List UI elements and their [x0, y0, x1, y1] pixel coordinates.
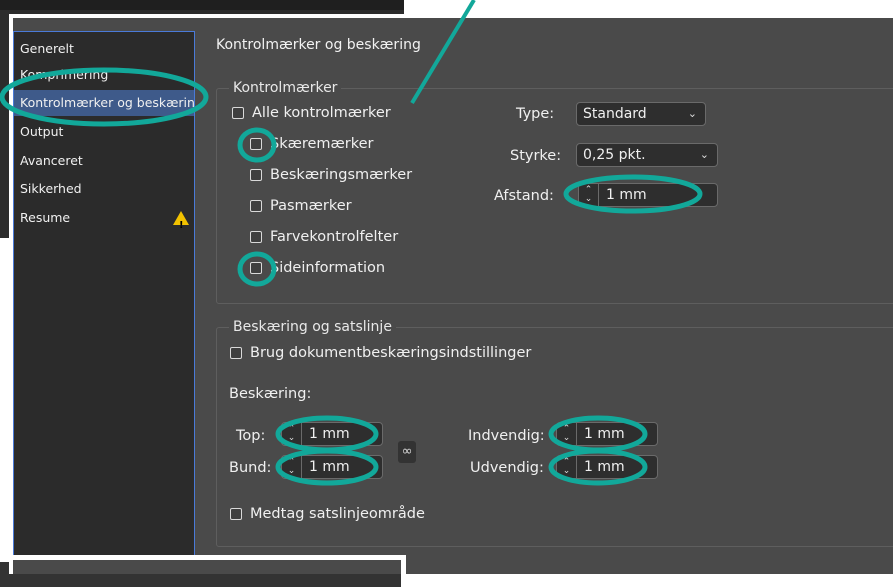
page-info-box[interactable]	[250, 262, 262, 274]
page-title: Kontrolmærker og beskæring	[216, 37, 421, 53]
inside-value: 1 mm	[584, 426, 625, 442]
page-info-label: Sideinformation	[270, 260, 386, 276]
top-value: 1 mm	[309, 426, 350, 442]
bottom-stepper[interactable]: ⌃ ⌄ 1 mm	[281, 455, 383, 479]
sidebar-item-compression[interactable]: Komprimering	[14, 62, 194, 88]
frame-bottom-corner	[401, 555, 406, 587]
sidebar-item-summary-label: Resume	[20, 210, 71, 225]
use-doc-bleed-label: Brug dokumentbeskæringsindstillinger	[250, 345, 532, 361]
bleed-label: Beskæring:	[229, 386, 312, 402]
bleed-legend: Beskæring og satslinje	[229, 319, 396, 335]
include-slug-box[interactable]	[230, 508, 242, 520]
crop-marks-box[interactable]	[250, 138, 262, 150]
include-slug-checkbox[interactable]: Medtag satslinjeområde	[230, 506, 425, 522]
frame-bottom-line	[9, 555, 406, 560]
outside-label: Udvendig:	[470, 460, 544, 476]
color-bars-label: Farvekontrolfelter	[270, 229, 399, 245]
type-select[interactable]: Standard ⌄	[576, 102, 706, 126]
warning-icon: !	[173, 211, 189, 231]
stepper-arrows-icon[interactable]: ⌃ ⌄	[579, 184, 599, 206]
bleed-marks-label: Beskæringsmærker	[270, 167, 413, 183]
sidebar-item-general[interactable]: Generelt	[14, 36, 194, 62]
all-marks-checkbox[interactable]: Alle kontrolmærker	[232, 105, 391, 121]
weight-value: 0,25 pkt.	[583, 147, 646, 163]
link-icon[interactable]: ∞	[398, 441, 416, 463]
offset-label: Afstand:	[494, 188, 554, 204]
bottom-label: Bund:	[229, 460, 272, 476]
sidebar-item-advanced[interactable]: Avanceret	[14, 148, 194, 174]
registration-marks-box[interactable]	[250, 200, 262, 212]
bleed-marks-checkbox[interactable]: Beskæringsmærker	[250, 167, 412, 183]
weight-label: Styrke:	[510, 148, 562, 164]
use-doc-bleed-checkbox[interactable]: Brug dokumentbeskæringsindstillinger	[230, 345, 531, 361]
inside-stepper[interactable]: ⌃ ⌄ 1 mm	[556, 422, 658, 446]
stepper-arrows-icon[interactable]: ⌃ ⌄	[557, 456, 577, 478]
color-bars-checkbox[interactable]: Farvekontrolfelter	[250, 229, 398, 245]
background-dialog-strip	[0, 0, 404, 10]
inside-label: Indvendig:	[468, 428, 545, 444]
registration-marks-checkbox[interactable]: Pasmærker	[250, 198, 352, 214]
sidebar-item-summary[interactable]: Resume !	[14, 205, 194, 231]
chevron-down-icon: ⌄	[699, 148, 709, 161]
all-marks-label: Alle kontrolmærker	[252, 105, 391, 121]
marks-legend: Kontrolmærker	[229, 80, 342, 96]
top-stepper[interactable]: ⌃ ⌄ 1 mm	[281, 422, 383, 446]
chevron-down-icon: ⌄	[687, 107, 697, 120]
all-marks-box[interactable]	[232, 107, 244, 119]
sidebar-item-security[interactable]: Sikkerhed	[14, 176, 194, 202]
type-value: Standard	[583, 106, 647, 122]
registration-marks-label: Pasmærker	[270, 198, 352, 214]
bottom-value: 1 mm	[309, 459, 350, 475]
outside-stepper[interactable]: ⌃ ⌄ 1 mm	[556, 455, 658, 479]
top-label: Top:	[236, 428, 266, 444]
stepper-arrows-icon[interactable]: ⌃ ⌄	[282, 456, 302, 478]
stepper-arrows-icon[interactable]: ⌃ ⌄	[282, 423, 302, 445]
type-label: Type:	[516, 106, 555, 122]
use-doc-bleed-box[interactable]	[230, 347, 242, 359]
sidebar-item-output[interactable]: Output	[14, 119, 194, 145]
sidebar-item-marks-and-bleeds[interactable]: Kontrolmærker og beskæring	[14, 90, 194, 116]
offset-stepper[interactable]: ⌃ ⌄ 1 mm	[578, 183, 718, 207]
offset-value: 1 mm	[606, 187, 647, 203]
page-info-checkbox[interactable]: Sideinformation	[250, 260, 385, 276]
outside-value: 1 mm	[584, 459, 625, 475]
crop-marks-label: Skæremærker	[270, 136, 374, 152]
color-bars-box[interactable]	[250, 231, 262, 243]
crop-marks-checkbox[interactable]: Skæremærker	[250, 136, 374, 152]
weight-select[interactable]: 0,25 pkt. ⌄	[576, 143, 718, 167]
bleed-marks-box[interactable]	[250, 169, 262, 181]
sidebar: Generelt Komprimering Kontrolmærker og b…	[13, 31, 195, 557]
stepper-arrows-icon[interactable]: ⌃ ⌄	[557, 423, 577, 445]
include-slug-label: Medtag satslinjeområde	[250, 506, 425, 522]
